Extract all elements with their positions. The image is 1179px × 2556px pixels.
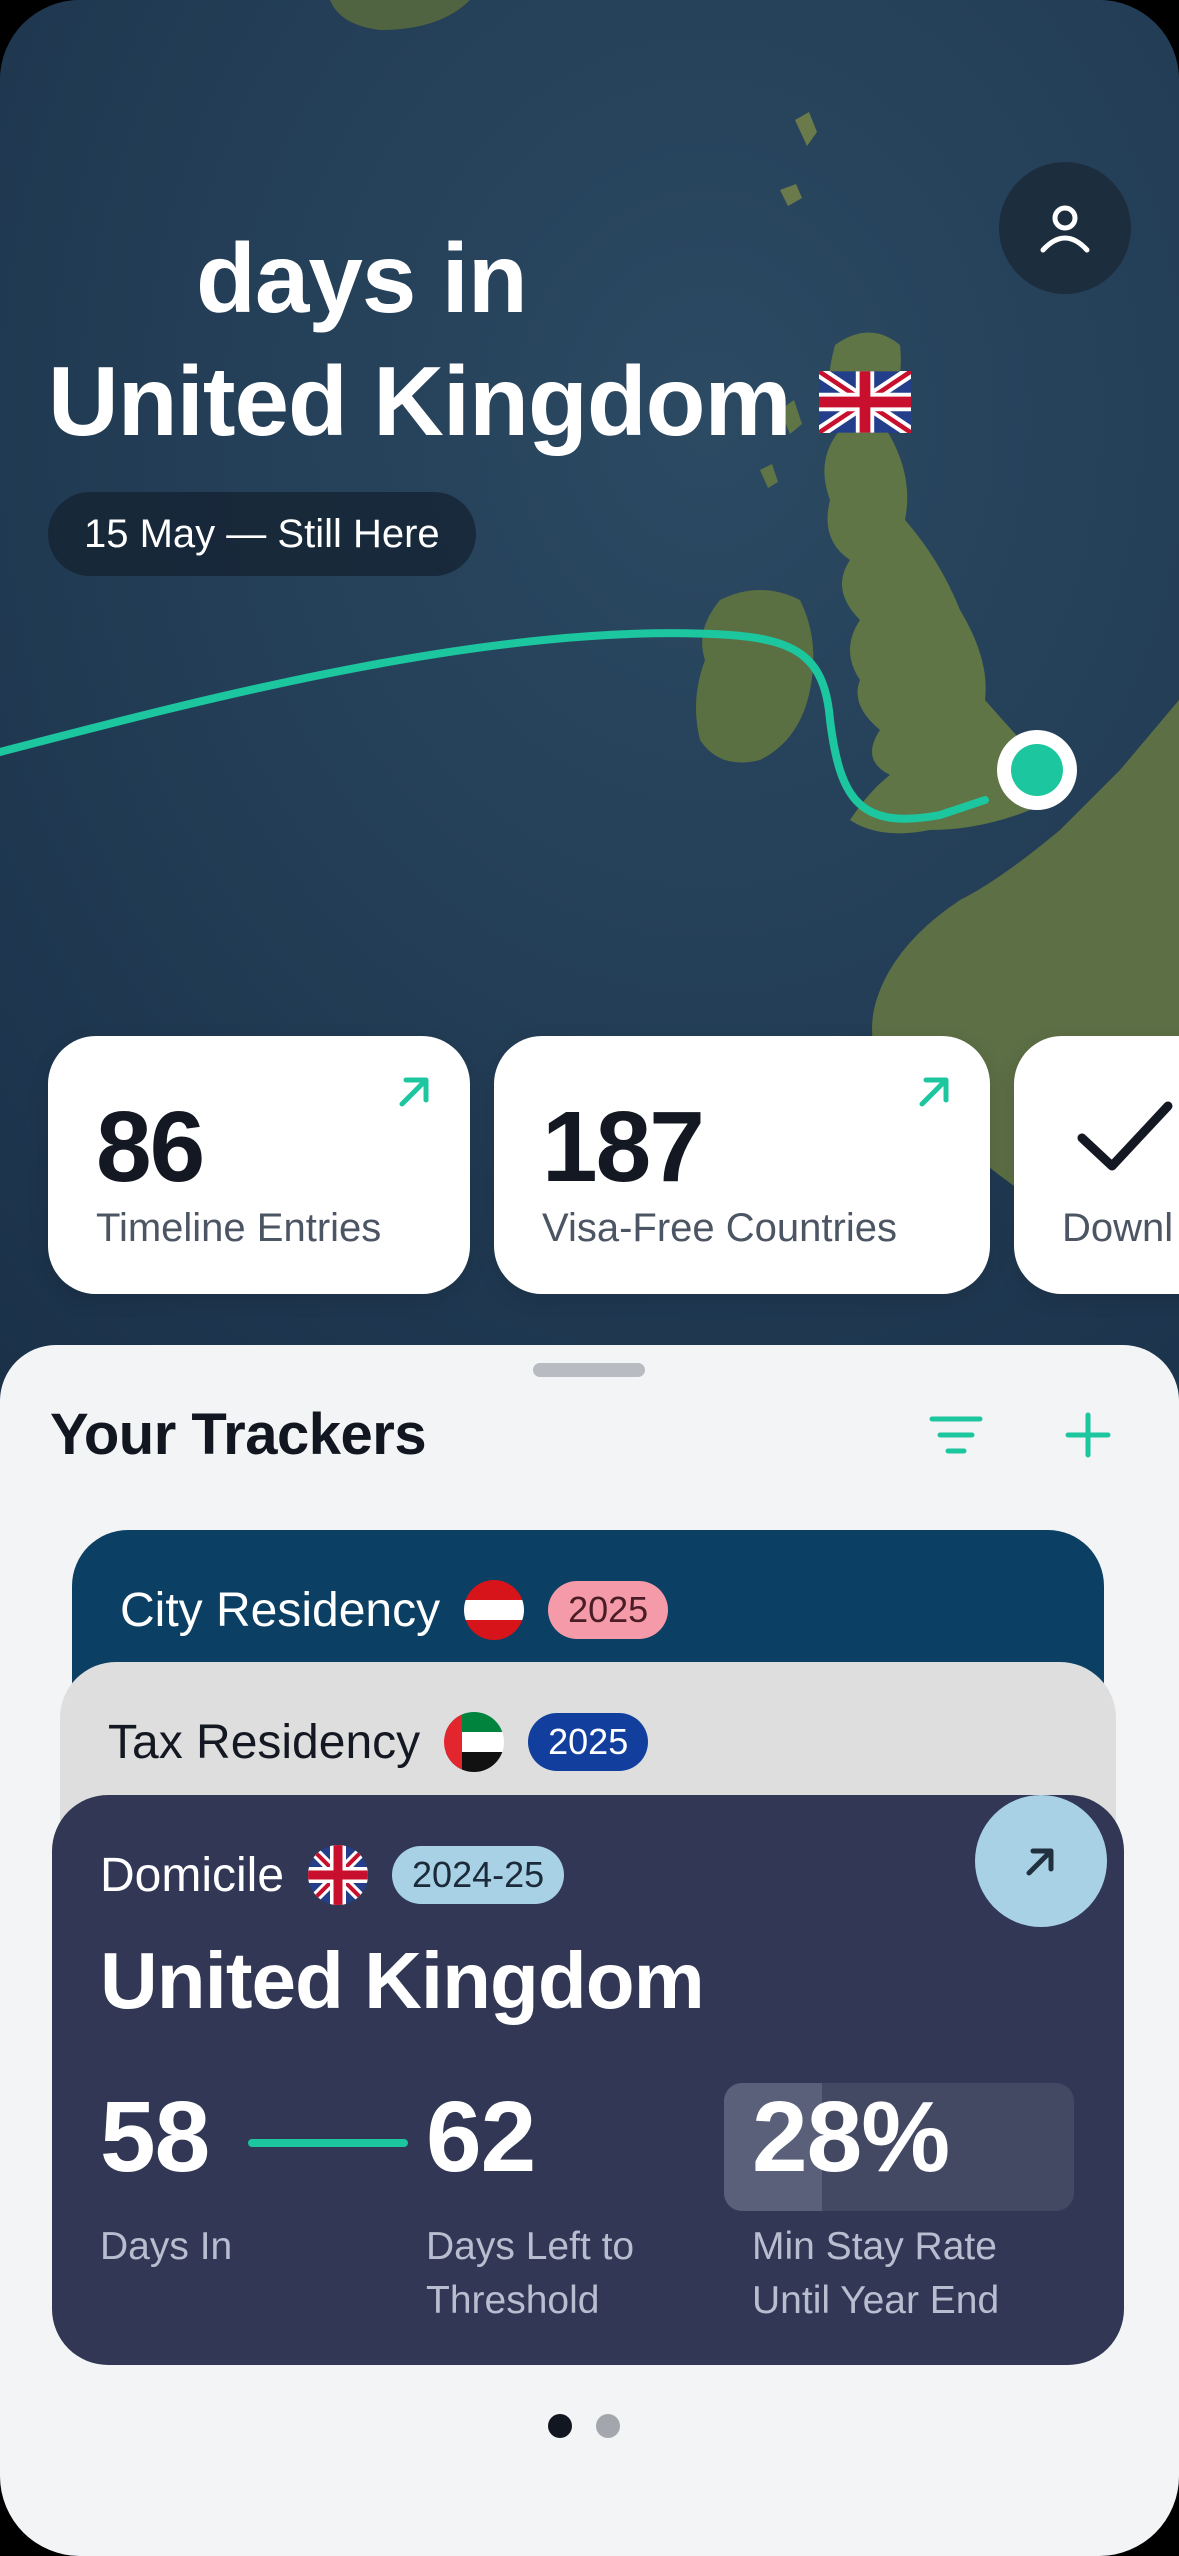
- min-stay-rate-label: Min Stay Rate Until Year End: [752, 2220, 999, 2328]
- hero-country: United Kingdom: [48, 345, 911, 458]
- hero-country-name: United Kingdom: [48, 346, 792, 456]
- arrow-up-right-icon: [919, 1077, 949, 1107]
- hero-days-label: days in: [196, 223, 528, 333]
- uk-flag-icon: [818, 370, 911, 433]
- min-stay-rate-label-line1: Min Stay Rate: [752, 2225, 997, 2268]
- tracker-country: United Kingdom: [100, 1936, 705, 2025]
- days-left-label-line1: Days Left to: [426, 2225, 635, 2268]
- stat-card-downloads[interactable]: Downl: [1014, 1036, 1179, 1294]
- profile-button[interactable]: [999, 162, 1131, 294]
- min-stay-rate-label-line2: Until Year End: [752, 2279, 1000, 2322]
- open-tracker-button[interactable]: [975, 1795, 1107, 1927]
- stat-card-visa-free[interactable]: 187 Visa-Free Countries: [494, 1036, 990, 1294]
- sheet-title: Your Trackers: [50, 1402, 427, 1467]
- page-dot-active[interactable]: [548, 2414, 572, 2438]
- filter-button[interactable]: [926, 1405, 986, 1465]
- stat-value: 187: [542, 1091, 705, 1203]
- tracker-label: Tax Residency: [108, 1715, 421, 1769]
- add-tracker-button[interactable]: [1058, 1405, 1118, 1465]
- tracker-card-domicile[interactable]: Domicile 2024-25 United Kingdom 58 62 28…: [52, 1795, 1124, 2365]
- tracker-label: City Residency: [120, 1583, 441, 1637]
- year-badge: 2025: [548, 1581, 669, 1639]
- min-stay-rate-value: 28%: [752, 2081, 950, 2193]
- days-left-value: 62: [426, 2081, 536, 2193]
- days-left-label: Days Left to Threshold: [426, 2220, 634, 2328]
- days-in-value: 58: [100, 2081, 210, 2193]
- tracker-label: Domicile: [100, 1848, 285, 1902]
- filter-icon: [929, 1416, 983, 1454]
- stat-label: Downl: [1062, 1206, 1174, 1250]
- stat-card-timeline[interactable]: 86 Timeline Entries: [48, 1036, 470, 1294]
- stat-label: Timeline Entries: [96, 1206, 382, 1250]
- austria-flag-icon: [464, 1580, 525, 1640]
- days-left-label-line2: Threshold: [426, 2279, 600, 2322]
- date-range-pill[interactable]: 15 May — Still Here: [48, 492, 476, 576]
- sheet-drag-handle[interactable]: [533, 1363, 645, 1377]
- year-badge: 2024-25: [392, 1846, 565, 1904]
- user-icon: [1040, 205, 1090, 253]
- pagination-dots[interactable]: [548, 2414, 620, 2438]
- days-connector-line: [248, 2139, 408, 2147]
- uae-flag-icon: [444, 1712, 505, 1772]
- arrow-up-right-icon: [399, 1077, 429, 1107]
- stat-label: Visa-Free Countries: [542, 1206, 897, 1250]
- days-in-label-text: Days In: [100, 2225, 233, 2268]
- year-badge: 2025: [528, 1713, 649, 1771]
- page-dot[interactable]: [596, 2414, 620, 2438]
- checkmark-icon: [1077, 1101, 1173, 1171]
- arrow-up-right-icon: [1026, 1848, 1054, 1876]
- app-screen: days in United Kingdom 15 May — Still He…: [0, 0, 1179, 2556]
- uk-flag-icon: [308, 1845, 369, 1905]
- stat-value: 86: [96, 1091, 205, 1203]
- days-in-label: Days In: [100, 2220, 232, 2274]
- plus-icon: [1065, 1412, 1111, 1458]
